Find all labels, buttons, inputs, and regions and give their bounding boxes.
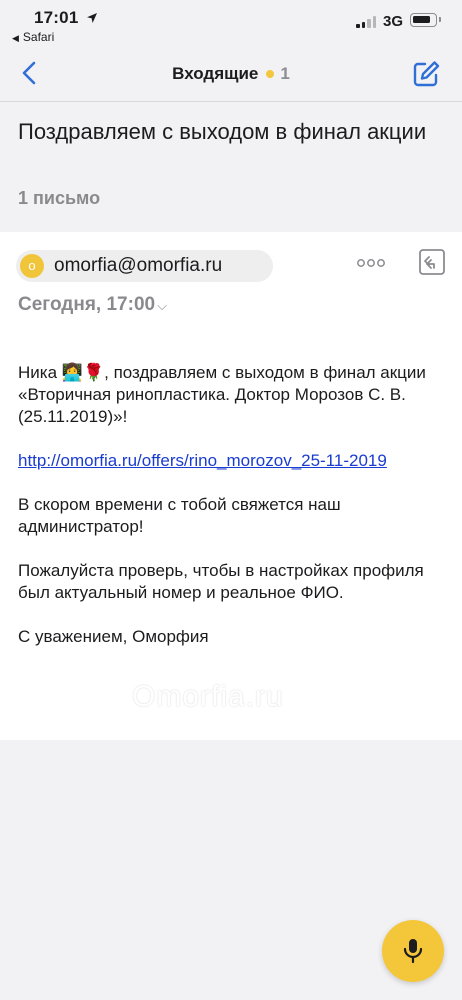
- mailbox-title: Входящие: [172, 64, 259, 83]
- status-bar: 17:01 ◀ Safari 3G: [0, 0, 462, 46]
- compose-icon[interactable]: [411, 59, 441, 89]
- offer-link[interactable]: http://omorfia.ru/offers/rino_morozov_25…: [18, 451, 387, 470]
- link-paragraph: http://omorfia.ru/offers/rino_morozov_25…: [18, 450, 444, 472]
- sender-avatar: o: [20, 254, 44, 278]
- reply-icon[interactable]: [418, 248, 446, 276]
- watermark: Omorfia.ru: [132, 680, 284, 713]
- status-time: 17:01: [34, 8, 79, 27]
- message-body: Ника 👩‍💻🌹, поздравляем с выходом в финал…: [18, 362, 444, 670]
- emoji-icons: 👩‍💻🌹: [61, 363, 105, 382]
- thread-subject: Поздравляем с выходом в финал акции: [18, 119, 427, 144]
- unread-dot: [266, 69, 275, 78]
- mic-button[interactable]: [382, 920, 444, 982]
- body-paragraph-2: В скором времени с тобой свяжется наш ад…: [18, 495, 341, 536]
- message-date-label: Сегодня, 17:00: [18, 294, 156, 315]
- location-arrow-icon: [87, 13, 97, 23]
- signature: С уважением, Оморфия: [18, 627, 209, 646]
- microphone-icon: [403, 939, 423, 964]
- battery-icon: [410, 13, 441, 27]
- nav-title: Входящие 1: [0, 64, 462, 84]
- nav-bar: Входящие 1: [0, 46, 462, 102]
- network-type: 3G: [383, 13, 404, 30]
- sender-email: omorfia@omorfia.ru: [54, 255, 223, 276]
- body-paragraph-3: Пожалуйста проверь, чтобы в настройках п…: [18, 561, 424, 602]
- unread-count: 1: [280, 64, 290, 83]
- signal-strength-icon: [356, 16, 378, 28]
- thread-message-count: 1 письмо: [18, 188, 101, 208]
- back-to-app-link[interactable]: ◀ Safari: [12, 30, 54, 44]
- back-triangle-icon: ◀: [12, 33, 19, 43]
- more-icon[interactable]: [356, 256, 390, 272]
- back-app-label: Safari: [22, 30, 55, 44]
- greeting-paragraph: Ника 👩‍💻🌹, поздравляем с выходом в финал…: [18, 362, 444, 428]
- message-date[interactable]: Сегодня, 17:00 ⌵: [18, 294, 167, 316]
- sender-chip[interactable]: o omorfia@omorfia.ru: [16, 250, 273, 282]
- recipient-name: Ника: [18, 363, 58, 382]
- chevron-down-icon: ⌵: [157, 298, 167, 313]
- message-card: o omorfia@omorfia.ru Сегодня, 17:00 ⌵ Ник…: [0, 232, 462, 740]
